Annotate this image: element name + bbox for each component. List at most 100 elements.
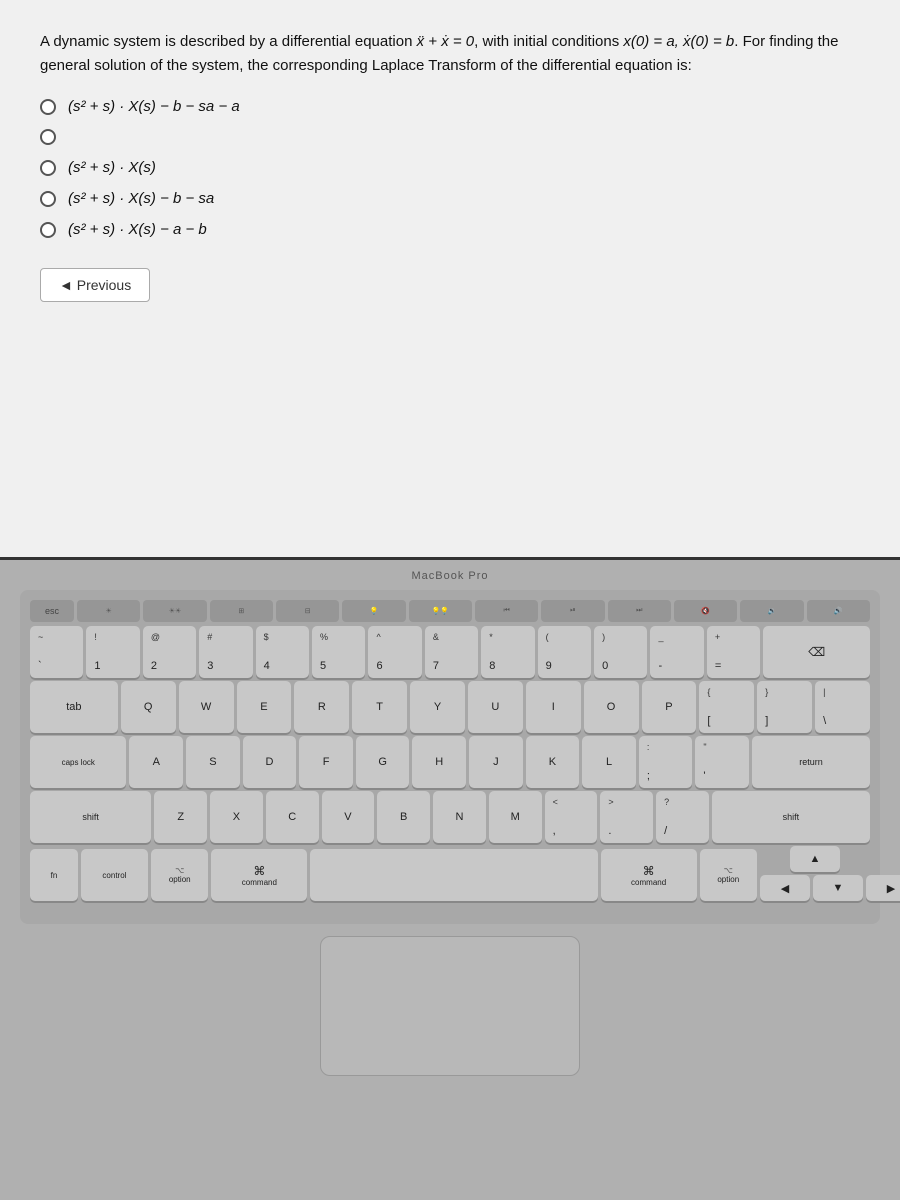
r-key[interactable]: R — [294, 681, 349, 733]
left-shift-key[interactable]: shift — [30, 791, 151, 843]
up-arrow-key[interactable]: ▲ — [790, 846, 840, 872]
c-key[interactable]: C — [266, 791, 319, 843]
left-command-key[interactable]: ⌘ command — [211, 849, 307, 901]
fn-row: esc ☀ ☀☀ ⊞ ⊟ 💡 💡💡 ⏮ ⏯ ⏭ 🔇 🔉 🔊 — [30, 600, 870, 622]
6-key[interactable]: ^6 — [368, 626, 421, 678]
radio-3[interactable] — [40, 160, 56, 176]
v-key[interactable]: V — [322, 791, 375, 843]
asdf-row: caps lock A S D F G H J K L :; "' return — [30, 736, 870, 788]
down-arrow-key[interactable]: ▼ — [813, 875, 863, 901]
s-key[interactable]: S — [186, 736, 240, 788]
m-key[interactable]: M — [489, 791, 542, 843]
equals-key[interactable]: += — [707, 626, 760, 678]
o-key[interactable]: O — [584, 681, 639, 733]
f3-key[interactable]: ⊞ — [210, 600, 273, 622]
x-key[interactable]: X — [210, 791, 263, 843]
4-key[interactable]: $4 — [256, 626, 309, 678]
semicolon-key[interactable]: :; — [639, 736, 693, 788]
option-4[interactable]: (s² + s) · X(s) − b − sa — [40, 190, 860, 207]
option-1[interactable]: (s² + s) · X(s) − b − sa − a — [40, 98, 860, 115]
options-list: (s² + s) · X(s) − b − sa − a (s² + s) · … — [40, 98, 860, 238]
l-key[interactable]: L — [582, 736, 636, 788]
backtick-key[interactable]: ~` — [30, 626, 83, 678]
backslash-key[interactable]: |\ — [815, 681, 870, 733]
left-arrow-key[interactable]: ◀ — [760, 875, 810, 901]
lbracket-key[interactable]: {[ — [699, 681, 754, 733]
right-command-key[interactable]: ⌘ command — [601, 849, 697, 901]
radio-5[interactable] — [40, 222, 56, 238]
screen: A dynamic system is described by a diffe… — [0, 0, 900, 560]
t-key[interactable]: T — [352, 681, 407, 733]
left-option-key[interactable]: ⌥ option — [151, 849, 208, 901]
minus-key[interactable]: _- — [650, 626, 703, 678]
d-key[interactable]: D — [243, 736, 297, 788]
q-key[interactable]: Q — [121, 681, 176, 733]
f5-key[interactable]: 💡 — [342, 600, 405, 622]
slash-key[interactable]: ?/ — [656, 791, 709, 843]
radio-2[interactable] — [40, 129, 56, 145]
1-key[interactable]: !1 — [86, 626, 139, 678]
f11-key[interactable]: 🔉 — [740, 600, 803, 622]
fn-key[interactable]: fn — [30, 849, 78, 901]
right-shift-key[interactable]: shift — [712, 791, 870, 843]
j-key[interactable]: J — [469, 736, 523, 788]
f4-key[interactable]: ⊟ — [276, 600, 339, 622]
radio-4[interactable] — [40, 191, 56, 207]
option-2[interactable] — [40, 129, 860, 145]
2-key[interactable]: @2 — [143, 626, 196, 678]
zxcv-row: shift Z X C V B N M <, >. ?/ shift — [30, 791, 870, 843]
esc-key[interactable]: esc — [30, 600, 74, 622]
k-key[interactable]: K — [526, 736, 580, 788]
0-key[interactable]: )0 — [594, 626, 647, 678]
f10-key[interactable]: 🔇 — [674, 600, 737, 622]
option-4-text: (s² + s) · X(s) − b − sa — [68, 190, 214, 207]
backspace-key[interactable]: ⌫ — [763, 626, 870, 678]
f6-key[interactable]: 💡💡 — [409, 600, 472, 622]
f9-key[interactable]: ⏭ — [608, 600, 671, 622]
5-key[interactable]: %5 — [312, 626, 365, 678]
option-3-text: (s² + s) · X(s) — [68, 159, 156, 176]
f-key[interactable]: F — [299, 736, 353, 788]
macbook-label: MacBook Pro — [411, 570, 488, 582]
control-key[interactable]: control — [81, 849, 148, 901]
h-key[interactable]: H — [412, 736, 466, 788]
rbracket-key[interactable]: }] — [757, 681, 812, 733]
right-arrow-key[interactable]: ▶ — [866, 875, 900, 901]
keyboard: esc ☀ ☀☀ ⊞ ⊟ 💡 💡💡 ⏮ ⏯ ⏭ 🔇 🔉 🔊 ~` !1 @2 — [20, 590, 880, 924]
qwerty-row: tab Q W E R T Y U I O P {[ }] |\ — [30, 681, 870, 733]
space-key[interactable] — [310, 849, 597, 901]
period-key[interactable]: >. — [600, 791, 653, 843]
7-key[interactable]: &7 — [425, 626, 478, 678]
n-key[interactable]: N — [433, 791, 486, 843]
caps-lock-key[interactable]: caps lock — [30, 736, 126, 788]
option-5[interactable]: (s² + s) · X(s) − a − b — [40, 221, 860, 238]
quote-key[interactable]: "' — [695, 736, 749, 788]
trackpad[interactable] — [320, 936, 580, 1076]
8-key[interactable]: *8 — [481, 626, 534, 678]
3-key[interactable]: #3 — [199, 626, 252, 678]
9-key[interactable]: (9 — [538, 626, 591, 678]
a-key[interactable]: A — [129, 736, 183, 788]
previous-button[interactable]: ◄ Previous — [40, 268, 150, 302]
return-key[interactable]: return — [752, 736, 870, 788]
f1-key[interactable]: ☀ — [77, 600, 140, 622]
radio-1[interactable] — [40, 99, 56, 115]
comma-key[interactable]: <, — [545, 791, 598, 843]
y-key[interactable]: Y — [410, 681, 465, 733]
g-key[interactable]: G — [356, 736, 410, 788]
f2-key[interactable]: ☀☀ — [143, 600, 206, 622]
option-1-text: (s² + s) · X(s) − b − sa − a — [68, 98, 240, 115]
u-key[interactable]: U — [468, 681, 523, 733]
option-3[interactable]: (s² + s) · X(s) — [40, 159, 860, 176]
right-option-key[interactable]: ⌥ option — [700, 849, 757, 901]
f12-key[interactable]: 🔊 — [807, 600, 870, 622]
tab-key[interactable]: tab — [30, 681, 118, 733]
f8-key[interactable]: ⏯ — [541, 600, 604, 622]
w-key[interactable]: W — [179, 681, 234, 733]
p-key[interactable]: P — [642, 681, 697, 733]
e-key[interactable]: E — [237, 681, 292, 733]
b-key[interactable]: B — [377, 791, 430, 843]
f7-key[interactable]: ⏮ — [475, 600, 538, 622]
z-key[interactable]: Z — [154, 791, 207, 843]
i-key[interactable]: I — [526, 681, 581, 733]
